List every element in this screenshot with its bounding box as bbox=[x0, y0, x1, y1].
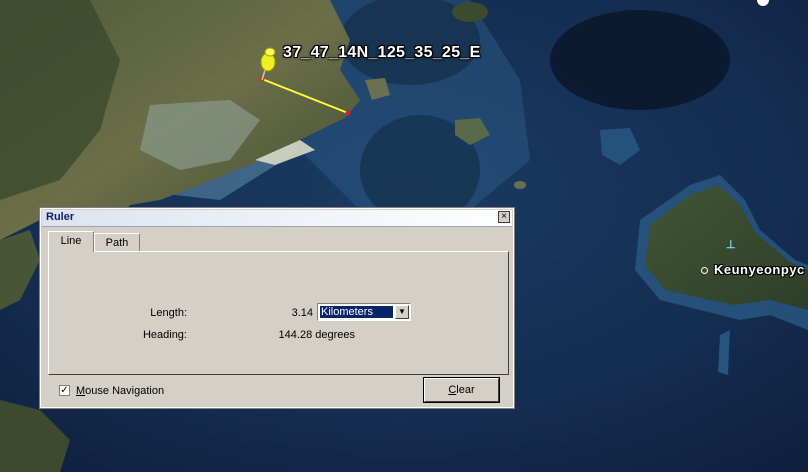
dialog-title: Ruler bbox=[46, 211, 75, 223]
clear-button-label: Clear bbox=[448, 384, 475, 396]
tab-path[interactable]: Path bbox=[94, 233, 140, 252]
placemark-label[interactable]: 37_47_14N_125_35_25_E bbox=[283, 44, 481, 62]
heading-value: 144.28 degrees bbox=[278, 329, 355, 341]
checkmark-icon: ✓ bbox=[60, 385, 69, 396]
chevron-down-icon[interactable]: ▼ bbox=[395, 305, 409, 319]
harbor-icon: ⊥ bbox=[726, 239, 736, 251]
tab-line-label: Line bbox=[60, 235, 82, 247]
place-dot-icon bbox=[701, 267, 708, 274]
mouse-navigation-label[interactable]: Mouse Navigation bbox=[76, 385, 164, 397]
clear-button[interactable]: Clear bbox=[423, 377, 500, 403]
tab-path-label: Path bbox=[105, 237, 129, 249]
ruler-dialog: Ruler × Line Path Length: 3.14 Heading: … bbox=[39, 207, 515, 409]
close-icon: × bbox=[501, 211, 507, 222]
line-tab-panel: Length: 3.14 Heading: 144.28 degrees bbox=[48, 251, 509, 375]
length-value: 3.14 bbox=[291, 307, 313, 319]
dialog-titlebar[interactable]: Ruler × bbox=[42, 210, 512, 227]
unit-select-value: Kilometers bbox=[319, 305, 394, 319]
close-button[interactable]: × bbox=[498, 211, 510, 223]
unit-select[interactable]: Kilometers ▼ bbox=[317, 303, 411, 321]
length-label: Length: bbox=[150, 307, 187, 319]
heading-label: Heading: bbox=[142, 329, 187, 341]
mouse-navigation-checkbox[interactable]: ✓ bbox=[59, 385, 70, 396]
place-label[interactable]: Keunyeonpyc bbox=[714, 262, 805, 277]
tab-line[interactable]: Line bbox=[48, 231, 94, 252]
